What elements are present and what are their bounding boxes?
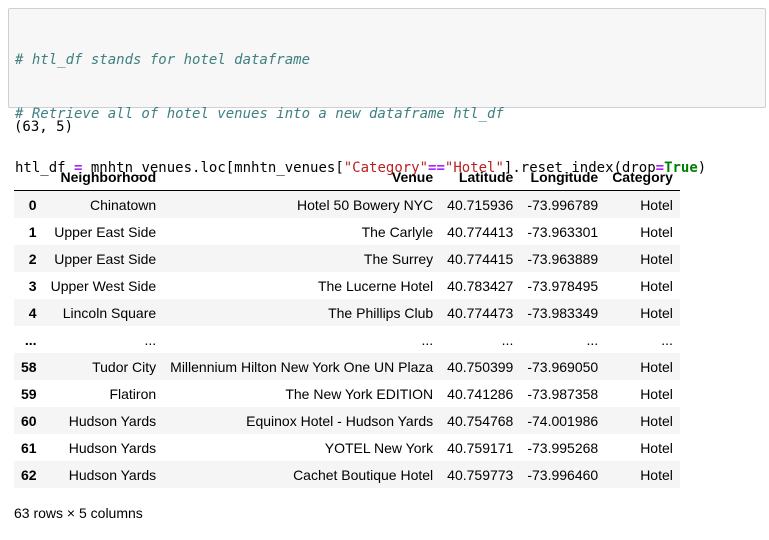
table-row-ellipsis: ... ... ... ... ... ... <box>14 326 680 353</box>
row-index: 2 <box>28 250 37 267</box>
cell-venue: The Phillips Club <box>328 304 434 321</box>
cell-longitude: -73.996460 <box>527 466 599 483</box>
cell-latitude: 40.759171 <box>447 439 514 456</box>
cell-venue: The Lucerne Hotel <box>317 277 434 294</box>
code-token: ) <box>697 160 707 176</box>
cell-venue: Millennium Hilton New York One UN Plaza <box>170 358 434 375</box>
row-index: 4 <box>28 304 37 321</box>
column-header-index <box>14 163 44 191</box>
table-row: 3 Upper West Side The Lucerne Hotel 40.7… <box>14 272 680 299</box>
cell-latitude: 40.715936 <box>447 196 514 213</box>
cell-neighborhood: Upper East Side <box>54 250 157 267</box>
cell-category: Hotel <box>640 196 673 213</box>
cell-category: Hotel <box>640 304 673 321</box>
cell-latitude: 40.750399 <box>447 358 514 375</box>
row-index: 62 <box>21 466 37 483</box>
cell-latitude: 40.783427 <box>447 277 514 294</box>
cell-neighborhood: ... <box>144 331 157 348</box>
column-header-neighborhood: Neighborhood <box>43 163 164 191</box>
cell-category: Hotel <box>640 439 673 456</box>
table-row: 59 Flatiron The New York EDITION 40.7412… <box>14 380 680 407</box>
cell-longitude: -73.987358 <box>527 385 599 402</box>
cell-longitude: -73.963301 <box>527 223 599 240</box>
cell-latitude: 40.741286 <box>447 385 514 402</box>
cell-category: Hotel <box>640 466 673 483</box>
row-index: 58 <box>21 358 37 375</box>
table-row: 62 Hudson Yards Cachet Boutique Hotel 40… <box>14 461 680 488</box>
cell-venue: The Carlyle <box>361 223 434 240</box>
table-header-row: Neighborhood Venue Latitude Longitude Ca… <box>14 163 680 191</box>
table-row: 58 Tudor City Millennium Hilton New York… <box>14 353 680 380</box>
cell-category: Hotel <box>640 250 673 267</box>
cell-neighborhood: Hudson Yards <box>68 439 157 456</box>
table-row: 1 Upper East Side The Carlyle 40.774413 … <box>14 218 680 245</box>
cell-category: Hotel <box>640 385 673 402</box>
row-index: ... <box>24 331 37 348</box>
cell-longitude: -73.995268 <box>527 439 599 456</box>
cell-category: Hotel <box>640 277 673 294</box>
cell-venue: Hotel 50 Bowery NYC <box>296 196 434 213</box>
cell-latitude: 40.759773 <box>447 466 514 483</box>
cell-category: Hotel <box>640 358 673 375</box>
cell-latitude: 40.754768 <box>447 412 514 429</box>
code-line-1: # htl_df stands for hotel dataframe <box>15 51 759 69</box>
cell-longitude: -73.983349 <box>527 304 599 321</box>
table-row: 4 Lincoln Square The Phillips Club 40.77… <box>14 299 680 326</box>
row-index: 60 <box>21 412 37 429</box>
cell-latitude: ... <box>501 331 514 348</box>
cell-venue: The Surrey <box>363 250 434 267</box>
output-shape: (63, 5) <box>14 119 74 135</box>
cell-neighborhood: Lincoln Square <box>62 304 157 321</box>
table-summary: 63 rows × 5 columns <box>14 505 143 521</box>
column-header-venue: Venue <box>163 163 441 191</box>
cell-neighborhood: Hudson Yards <box>68 466 157 483</box>
code-line-2: # Retrieve all of hotel venues into a ne… <box>15 105 759 123</box>
cell-longitude: -73.969050 <box>527 358 599 375</box>
cell-venue: ... <box>421 331 434 348</box>
cell-category: Hotel <box>640 412 673 429</box>
cell-neighborhood: Tudor City <box>92 358 157 375</box>
cell-category: ... <box>661 331 673 348</box>
row-index: 61 <box>21 439 37 456</box>
column-header-longitude: Longitude <box>520 163 606 191</box>
cell-longitude: -73.996789 <box>527 196 599 213</box>
cell-longitude: -74.001986 <box>527 412 599 429</box>
table-row: 2 Upper East Side The Surrey 40.774415 -… <box>14 245 680 272</box>
cell-venue: YOTEL New York <box>324 439 434 456</box>
row-index: 1 <box>28 223 37 240</box>
cell-neighborhood: Hudson Yards <box>68 412 157 429</box>
cell-venue: Equinox Hotel - Hudson Yards <box>246 412 434 429</box>
cell-venue: The New York EDITION <box>285 385 434 402</box>
table-row: 0 Chinatown Hotel 50 Bowery NYC 40.71593… <box>14 190 680 218</box>
column-header-category: Category <box>605 163 680 191</box>
cell-longitude: ... <box>586 331 599 348</box>
cell-latitude: 40.774473 <box>447 304 514 321</box>
column-header-latitude: Latitude <box>440 163 521 191</box>
row-index: 59 <box>21 385 37 402</box>
cell-neighborhood: Upper East Side <box>54 223 157 240</box>
row-index: 0 <box>28 196 37 213</box>
table-row: 60 Hudson Yards Equinox Hotel - Hudson Y… <box>14 407 680 434</box>
dataframe-table: Neighborhood Venue Latitude Longitude Ca… <box>14 163 680 488</box>
cell-longitude: -73.963889 <box>527 250 599 267</box>
code-comment: # htl_df stands for hotel dataframe <box>15 52 311 68</box>
cell-neighborhood: Flatiron <box>109 385 157 402</box>
cell-venue: Cachet Boutique Hotel <box>293 466 434 483</box>
code-cell[interactable]: # htl_df stands for hotel dataframe # Re… <box>8 8 766 284</box>
cell-latitude: 40.774413 <box>447 223 514 240</box>
cell-longitude: -73.978495 <box>527 277 599 294</box>
cell-category: Hotel <box>640 223 673 240</box>
cell-latitude: 40.774415 <box>447 250 514 267</box>
cell-neighborhood: Upper West Side <box>50 277 157 294</box>
row-index: 3 <box>28 277 37 294</box>
code-comment: # Retrieve all of hotel venues into a ne… <box>15 106 504 122</box>
cell-neighborhood: Chinatown <box>90 196 157 213</box>
table-row: 61 Hudson Yards YOTEL New York 40.759171… <box>14 434 680 461</box>
